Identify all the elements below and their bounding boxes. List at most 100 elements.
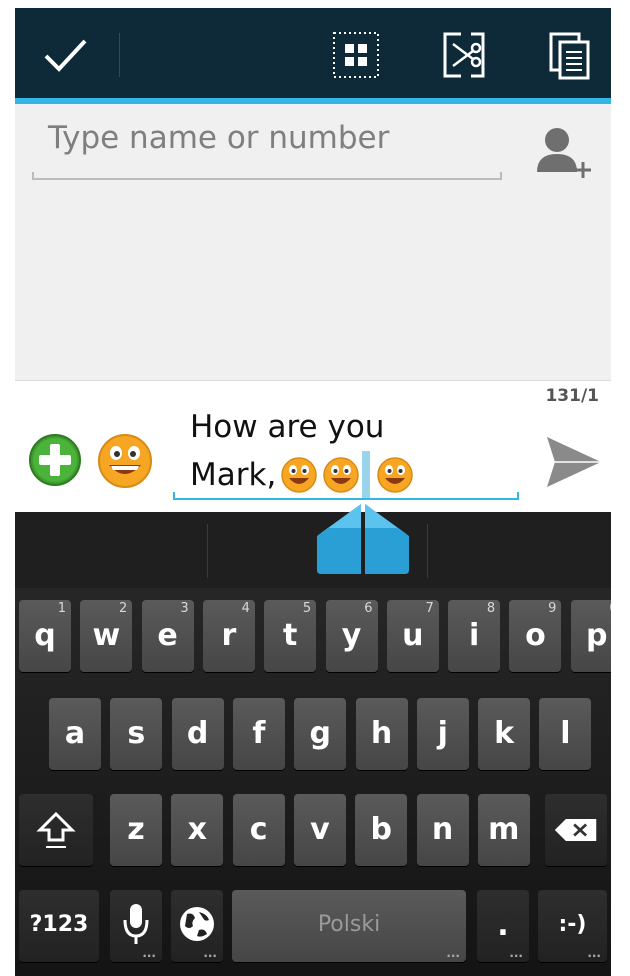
key-label: k [494, 716, 515, 751]
shift-key[interactable] [19, 794, 93, 866]
message-line-2: Mark, [190, 451, 414, 499]
key-label: o [525, 618, 546, 653]
key-label: i [468, 618, 480, 653]
symbols-key[interactable]: ?123 [19, 890, 99, 962]
message-line-2-text: Mark, [190, 457, 277, 493]
key-z[interactable]: z [110, 794, 162, 866]
key-label: v [310, 812, 330, 847]
key-label: q [34, 618, 56, 653]
key-label: p [585, 618, 608, 653]
key-label: t [283, 618, 298, 653]
more-dots: ... [446, 946, 460, 960]
key-j[interactable]: j [416, 698, 469, 770]
key-y[interactable]: y6 [325, 600, 378, 672]
key-hint: 8 [486, 601, 496, 616]
add-contact-icon[interactable] [535, 124, 595, 180]
globe-icon [180, 907, 214, 941]
suggestion-divider [427, 524, 428, 578]
key-e[interactable]: e3 [141, 600, 194, 672]
key-hint: 0 [609, 601, 611, 616]
key-hint: 7 [425, 601, 434, 616]
key-b[interactable]: b [355, 794, 408, 866]
recipient-input[interactable]: Type name or number [48, 120, 389, 156]
grid-icon[interactable] [331, 30, 381, 80]
key-label: Polski [317, 912, 381, 937]
key-label: j [437, 716, 448, 751]
key-label: w [92, 618, 121, 653]
selection-handles[interactable] [315, 498, 411, 578]
key-c[interactable]: c [232, 794, 285, 866]
backspace-icon [554, 818, 597, 842]
key-m[interactable]: m [477, 794, 530, 866]
key-label: g [309, 716, 331, 751]
backspace-key[interactable] [545, 794, 607, 866]
smiley-icon[interactable] [97, 433, 153, 489]
key-label: m [488, 812, 520, 847]
key-label: s [127, 716, 146, 751]
key-w[interactable]: w2 [80, 600, 133, 672]
key-label: n [431, 812, 454, 847]
key-n[interactable]: n [416, 794, 469, 866]
recipient-underline [32, 172, 502, 180]
key-u[interactable]: u7 [386, 600, 439, 672]
recipient-area: Type name or number [15, 104, 611, 380]
key-s[interactable]: s [110, 698, 163, 770]
suggestion-divider [207, 524, 208, 578]
key-label: d [186, 716, 209, 751]
key-t[interactable]: t5 [264, 600, 317, 672]
key-a[interactable]: a [49, 698, 101, 770]
smiley-emoji-icon [323, 457, 360, 493]
text-cursor [362, 451, 371, 499]
key-hint: 6 [364, 601, 373, 616]
key-label: h [370, 716, 393, 751]
message-line-1: How are you [190, 409, 385, 445]
more-dots: ... [587, 946, 601, 960]
key-f[interactable]: f [232, 698, 285, 770]
more-dots: ... [142, 946, 156, 960]
key-g[interactable]: g [294, 698, 347, 770]
action-bar [15, 8, 611, 104]
emoticon-key[interactable]: :-)... [538, 890, 607, 962]
period-key[interactable]: .... [477, 890, 529, 962]
key-hint: 4 [241, 601, 250, 616]
key-i[interactable]: i8 [448, 600, 501, 672]
key-x[interactable]: x [171, 794, 224, 866]
plus-circle-icon[interactable] [28, 433, 82, 487]
key-label: c [249, 812, 268, 847]
key-v[interactable]: v [293, 794, 346, 866]
key-h[interactable]: h [355, 698, 408, 770]
key-hint: 3 [180, 601, 189, 616]
more-dots: ... [203, 946, 217, 960]
key-o[interactable]: o9 [509, 600, 562, 672]
suggestion-strip [15, 512, 611, 588]
key-label: ?123 [29, 912, 89, 937]
key-k[interactable]: k [478, 698, 531, 770]
key-label: z [127, 812, 145, 847]
key-label: e [157, 618, 178, 653]
key-p[interactable]: p0 [570, 600, 611, 672]
action-bar-divider [119, 33, 120, 77]
key-r[interactable]: r4 [202, 600, 255, 672]
key-hint: 5 [302, 601, 312, 616]
more-dots: ... [509, 946, 523, 960]
character-counter: 131/1 [545, 386, 599, 406]
scissors-icon[interactable] [439, 30, 489, 80]
key-d[interactable]: d [171, 698, 224, 770]
key-label: y [341, 618, 362, 653]
copy-icon[interactable] [545, 30, 595, 80]
checkmark-icon[interactable] [41, 30, 91, 80]
key-label: r [221, 618, 237, 653]
smiley-emoji-icon [281, 457, 318, 493]
space-key[interactable]: Polski... [232, 890, 466, 962]
key-hint: 1 [57, 601, 66, 616]
key-label: a [64, 716, 86, 751]
microphone-key[interactable]: ... [110, 890, 162, 962]
key-hint: 2 [119, 601, 128, 616]
key-q[interactable]: q1 [19, 600, 71, 672]
microphone-icon [123, 904, 149, 944]
key-label: x [187, 812, 207, 847]
key-l[interactable]: l [539, 698, 592, 770]
globe-key[interactable]: ... [171, 890, 223, 962]
message-text[interactable]: How are you Mark, [190, 403, 414, 499]
send-icon[interactable] [543, 433, 603, 491]
